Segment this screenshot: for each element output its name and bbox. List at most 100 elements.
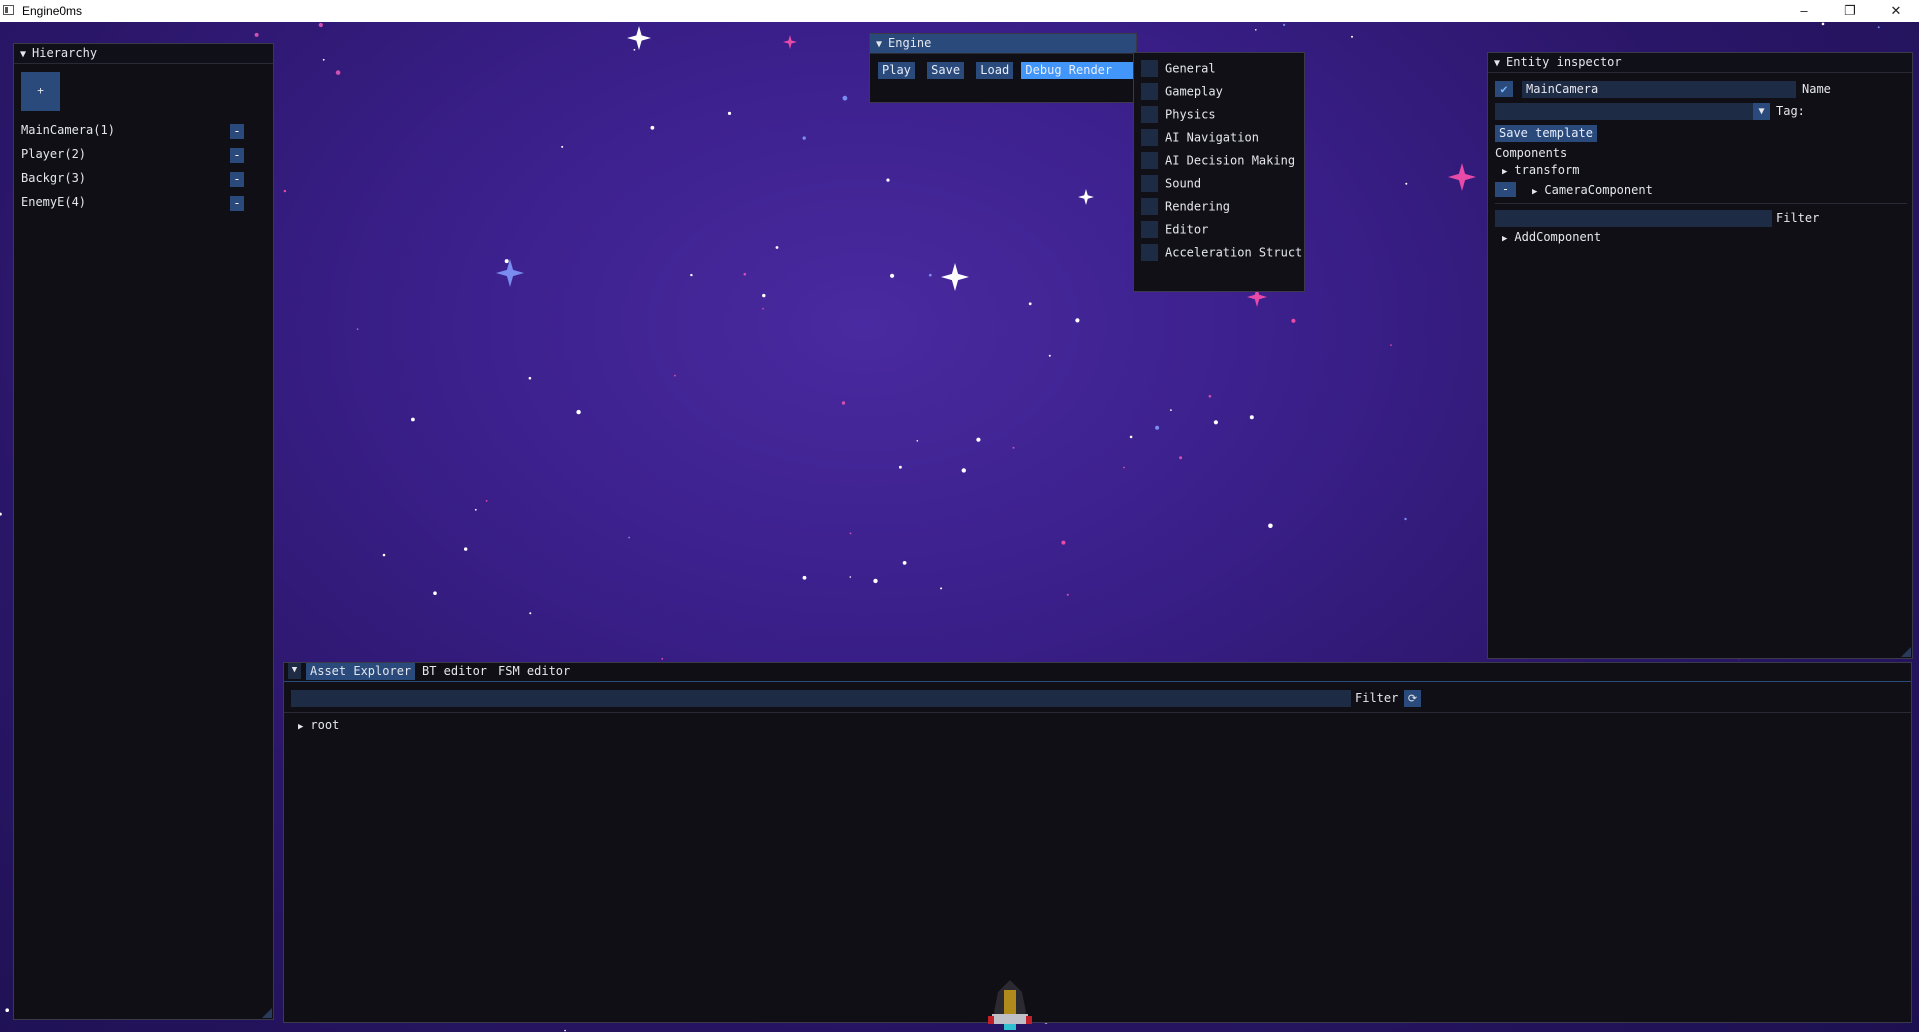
refresh-icon[interactable]: ⟳ [1404, 690, 1421, 707]
root-tree-node[interactable]: ▶ root [298, 718, 339, 732]
debug-menu-item[interactable]: General [1141, 60, 1216, 78]
remove-entity-button[interactable]: - [230, 148, 244, 163]
hierarchy-item-player[interactable]: Player(2) [21, 147, 86, 161]
star [529, 612, 532, 615]
window-title: Engine0ms [22, 4, 83, 18]
resize-grip[interactable] [1901, 647, 1911, 657]
debug-checkbox[interactable] [1141, 175, 1158, 192]
star [433, 591, 437, 595]
debug-checkbox[interactable] [1141, 221, 1158, 238]
game-viewport[interactable]: ▼ Hierarchy + MainCamera(1) - Player(2) -… [0, 22, 1919, 1032]
tab-bt-editor[interactable]: BT editor [418, 663, 491, 680]
entity-inspector-panel: ▼ Entity inspector ✔ MainCamera Name ▼ Ta… [1487, 52, 1913, 659]
star [690, 273, 693, 277]
star [322, 58, 325, 61]
debug-menu-item[interactable]: Gameplay [1141, 83, 1223, 101]
save-template-button[interactable]: Save template [1495, 125, 1597, 142]
star [528, 376, 532, 380]
player-ship-sprite [988, 980, 1032, 1030]
star [254, 32, 259, 37]
hierarchy-item-enemy[interactable]: EnemyE(4) [21, 195, 86, 209]
star [283, 189, 287, 193]
debug-menu-item-label: Acceleration Struct [1165, 245, 1303, 260]
resize-grip[interactable] [262, 1008, 272, 1018]
star [976, 437, 981, 442]
engine-panel: ▼ Engine Play Save Load Debug Render ▶ [869, 33, 1150, 103]
entity-name-input[interactable]: MainCamera [1522, 81, 1796, 98]
tag-dropdown-arrow-icon[interactable]: ▼ [1753, 103, 1770, 120]
star [873, 578, 878, 584]
tab-asset-explorer[interactable]: Asset Explorer [306, 663, 416, 680]
transform-tree-node[interactable]: ▶ transform [1502, 163, 1579, 177]
debug-checkbox[interactable] [1141, 129, 1158, 146]
star [1179, 456, 1183, 460]
asset-filter-input[interactable] [291, 690, 1351, 707]
hierarchy-item-maincamera[interactable]: MainCamera(1) [21, 123, 115, 137]
debug-checkbox[interactable] [1141, 60, 1158, 77]
star [356, 328, 359, 330]
close-button[interactable]: ✕ [1873, 0, 1919, 22]
star [1155, 425, 1160, 430]
star [1351, 35, 1353, 38]
remove-component-button[interactable]: - [1495, 182, 1516, 197]
debug-checkbox[interactable] [1141, 244, 1158, 261]
hierarchy-item-background[interactable]: Backgr(3) [21, 171, 86, 185]
debug-checkbox[interactable] [1141, 198, 1158, 215]
debug-menu-item[interactable]: Editor [1141, 221, 1208, 239]
add-entity-button[interactable]: + [21, 72, 60, 111]
star [0, 512, 2, 516]
add-component-label: AddComponent [1514, 230, 1602, 244]
debug-render-menu[interactable]: Debug Render ▶ [1021, 62, 1150, 79]
collapse-triangle-icon[interactable]: ▼ [1494, 54, 1500, 73]
star [841, 401, 846, 405]
debug-checkbox[interactable] [1141, 152, 1158, 169]
inspector-title: Entity inspector [1506, 55, 1622, 69]
hierarchy-header[interactable]: ▼ Hierarchy [14, 44, 273, 64]
remove-entity-button[interactable]: - [230, 196, 244, 211]
star [411, 417, 415, 422]
star [940, 587, 943, 590]
debug-menu-item[interactable]: Acceleration Struct [1141, 244, 1302, 262]
debug-menu-item[interactable]: Physics [1141, 106, 1216, 124]
star [5, 1008, 9, 1012]
debug-menu-item-label: Editor [1165, 222, 1209, 237]
tab-list-menu-icon[interactable]: ▼ [288, 663, 301, 679]
tag-label: Tag: [1776, 104, 1805, 118]
inspector-header[interactable]: ▼ Entity inspector [1488, 53, 1912, 73]
debug-menu-item[interactable]: Rendering [1141, 198, 1230, 216]
camera-component-tree-node[interactable]: ▶ CameraComponent [1532, 183, 1653, 197]
tag-select[interactable] [1495, 103, 1766, 120]
remove-entity-button[interactable]: - [230, 124, 244, 139]
component-filter-input[interactable] [1495, 210, 1772, 227]
collapse-triangle-icon[interactable]: ▼ [876, 35, 882, 54]
star [1028, 302, 1032, 306]
load-button[interactable]: Load [976, 62, 1014, 79]
star [802, 575, 807, 580]
debug-checkbox[interactable] [1141, 106, 1158, 123]
engine-header[interactable]: ▼ Engine [870, 34, 1136, 54]
minimize-button[interactable]: – [1781, 0, 1827, 22]
star [1268, 523, 1273, 529]
remove-entity-button[interactable]: - [230, 172, 244, 187]
debug-menu-item[interactable]: AI Navigation [1141, 129, 1259, 147]
tab-fsm-editor[interactable]: FSM editor [494, 663, 574, 680]
debug-menu-item[interactable]: AI Decision Making [1141, 152, 1295, 170]
name-label: Name [1802, 82, 1831, 96]
save-button[interactable]: Save [927, 62, 965, 79]
debug-menu-item[interactable]: Sound [1141, 175, 1201, 193]
sparkle-star [496, 259, 524, 287]
maximize-button[interactable]: ❐ [1827, 0, 1873, 22]
star [928, 273, 932, 277]
debug-menu-item-label: General [1165, 61, 1216, 76]
asset-explorer-panel: ▼ Asset Explorer BT editor FSM editor Fi… [283, 662, 1912, 1023]
active-checkbox[interactable]: ✔ [1495, 81, 1513, 97]
star [727, 111, 732, 115]
star [849, 576, 852, 578]
collapse-triangle-icon[interactable]: ▼ [20, 45, 26, 64]
play-button[interactable]: Play [878, 62, 915, 79]
debug-checkbox[interactable] [1141, 83, 1158, 100]
add-component-tree-node[interactable]: ▶ AddComponent [1502, 230, 1601, 244]
star [633, 48, 636, 51]
ship-left-thruster [988, 1016, 994, 1024]
debug-menu-item-label: Gameplay [1165, 84, 1223, 99]
